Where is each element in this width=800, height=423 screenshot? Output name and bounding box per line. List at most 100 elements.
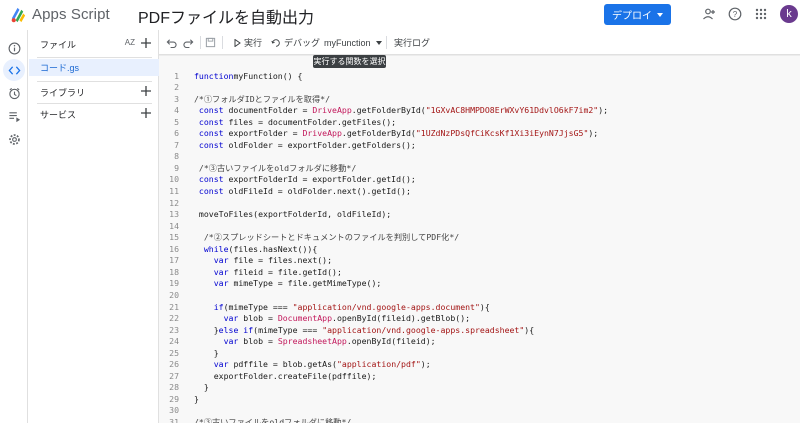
overview-info-icon[interactable]: [3, 37, 25, 59]
code-line[interactable]: 25 }: [159, 348, 800, 360]
run-button[interactable]: 実行: [234, 35, 262, 50]
line-number: 25: [169, 347, 179, 358]
libraries-label: ライブラリ: [40, 87, 86, 98]
line-number: 22: [169, 313, 179, 324]
redo-icon[interactable]: [183, 35, 194, 50]
libraries-section-header[interactable]: ライブラリ: [29, 82, 159, 102]
code-line[interactable]: 11 const oldFileId = oldFolder.next().ge…: [159, 186, 800, 198]
line-number: 11: [169, 186, 179, 196]
code-text: const documentFolder = DriveApp.getFolde…: [194, 105, 609, 116]
line-number: 30: [169, 405, 179, 416]
app-name[interactable]: Apps Script: [32, 6, 110, 23]
apps-script-logo-icon[interactable]: [9, 5, 28, 24]
sort-az-icon[interactable]: AZ: [125, 38, 135, 47]
chevron-down-icon: [657, 12, 663, 17]
code-text: while(files.hasNext()){: [194, 243, 318, 254]
line-number: 2: [174, 82, 179, 93]
line-number: 27: [169, 370, 179, 381]
triggers-clock-icon[interactable]: [3, 82, 25, 104]
avatar[interactable]: k: [780, 5, 798, 23]
code-line[interactable]: 6 const exportFolder = DriveApp.getFolde…: [159, 128, 800, 140]
line-number: 26: [169, 359, 179, 370]
execution-log-label: 実行ログ: [394, 38, 431, 48]
deploy-button[interactable]: デプロイ: [604, 4, 671, 25]
execution-log-button[interactable]: 実行ログ: [394, 35, 430, 50]
code-line[interactable]: 17 var file = files.next();: [159, 255, 800, 267]
code-line[interactable]: 9 /*③古いファイルをoldフォルダに移動*/: [159, 163, 800, 175]
code-line[interactable]: 3 /*①フォルダIDとファイルを取得*/: [159, 94, 800, 106]
editor-code-icon[interactable]: [3, 59, 25, 81]
add-service-plus-icon[interactable]: [140, 107, 152, 119]
code-line[interactable]: 16 while(files.hasNext()){: [159, 244, 800, 256]
code-line[interactable]: 24 var blob = SpreadsheetApp.openById(fi…: [159, 336, 800, 348]
debug-icon: [271, 38, 280, 47]
add-library-plus-icon[interactable]: [140, 85, 152, 97]
line-number: 31: [169, 417, 179, 423]
code-line[interactable]: 4 const documentFolder = DriveApp.getFol…: [159, 105, 800, 117]
project-title[interactable]: PDFファイルを自動出力: [138, 4, 314, 28]
code-text: moveToFiles(exportFolderId, oldFileId);: [194, 209, 392, 220]
code-line[interactable]: 29}: [159, 394, 800, 406]
svg-text:?: ?: [733, 10, 738, 19]
code-editor[interactable]: 1 functionmyFunction() { 2 3 /*①フォルダIDとファイルを…: [159, 55, 800, 423]
code-line[interactable]: 2: [159, 82, 800, 94]
code-line[interactable]: 26 var pdffile = blob.getAs("application…: [159, 359, 800, 371]
services-label: サービス: [40, 109, 77, 120]
play-icon: [234, 38, 241, 47]
line-number: 24: [169, 336, 179, 347]
apps-grid-icon[interactable]: [753, 6, 769, 22]
function-select-value: myFunction: [324, 37, 371, 48]
code-line[interactable]: 14: [159, 221, 800, 233]
code-text: var mimeType = file.getMimeType();: [194, 278, 382, 289]
code-line[interactable]: 1 functionmyFunction() {: [159, 71, 800, 83]
settings-gear-icon[interactable]: [3, 128, 25, 150]
code-line[interactable]: 15 /*②スプレッドシートとドキュメントのファイルを判別してPDF化*/: [159, 232, 800, 244]
code-text: /*②スプレッドシートとドキュメントのファイルを判別してPDF化*/: [194, 232, 460, 243]
code-line[interactable]: 7 const oldFolder = exportFolder.getFold…: [159, 140, 800, 152]
help-icon[interactable]: ?: [727, 6, 743, 22]
code-line[interactable]: 31 /*③古いファイルをoldフォルダに移動*/: [159, 417, 800, 423]
code-text: const exportFolder = DriveApp.getFolderB…: [194, 128, 599, 139]
divider: [37, 57, 152, 58]
code-line[interactable]: 19 var mimeType = file.getMimeType();: [159, 278, 800, 290]
code-line[interactable]: 8: [159, 151, 800, 163]
code-line[interactable]: 30: [159, 405, 800, 417]
left-nav-rail: [0, 30, 28, 423]
code-text: var blob = SpreadsheetApp.openById(filei…: [194, 336, 436, 347]
code-line[interactable]: 10 const exportFolderId = exportFolder.g…: [159, 174, 800, 186]
code-line[interactable]: 22 var blob = DocumentApp.openById(filei…: [159, 313, 800, 325]
code-line[interactable]: 12: [159, 198, 800, 210]
file-item-code-gs[interactable]: コード.gs: [29, 59, 159, 76]
code-line[interactable]: 27 exportFolder.createFile(pdffile);: [159, 371, 800, 383]
line-number: 3: [174, 93, 179, 104]
line-number: 1: [174, 70, 179, 81]
code-line[interactable]: 20: [159, 290, 800, 302]
toolbar-divider: [200, 36, 201, 49]
code-text: const exportFolderId = exportFolder.getI…: [194, 174, 416, 185]
code-line[interactable]: 5 const files = documentFolder.getFiles(…: [159, 117, 800, 129]
line-number: 16: [169, 243, 179, 254]
undo-icon[interactable]: [166, 35, 177, 50]
save-icon[interactable]: [205, 35, 216, 50]
code-line[interactable]: 18 var fileid = file.getId();: [159, 267, 800, 279]
executions-list-icon[interactable]: [3, 105, 25, 127]
code-line[interactable]: 23 }else if(mimeType === "application/vn…: [159, 325, 800, 337]
code-text: exportFolder.createFile(pdffile);: [194, 370, 377, 381]
code-text: }: [194, 347, 219, 358]
toolbar-divider: [386, 36, 387, 49]
files-label: ファイル: [40, 39, 77, 50]
line-number: 28: [169, 382, 179, 393]
line-number: 18: [169, 266, 179, 277]
add-person-icon[interactable]: [701, 6, 717, 22]
code-text: functionmyFunction() {: [194, 70, 303, 81]
debug-button[interactable]: デバッグ: [271, 35, 320, 50]
add-file-plus-icon[interactable]: [140, 37, 152, 49]
toolbar-divider: [222, 36, 223, 49]
code-line[interactable]: 28 }: [159, 382, 800, 394]
code-line[interactable]: 13 moveToFiles(exportFolderId, oldFileId…: [159, 209, 800, 221]
editor-toolbar: 実行 デバッグ myFunction 実行ログ: [159, 30, 800, 55]
function-select-dropdown[interactable]: myFunction: [324, 35, 382, 50]
line-number: 23: [169, 324, 179, 335]
code-line[interactable]: 21 if(mimeType === "application/vnd.goog…: [159, 302, 800, 314]
services-section-header[interactable]: サービス: [29, 104, 159, 124]
